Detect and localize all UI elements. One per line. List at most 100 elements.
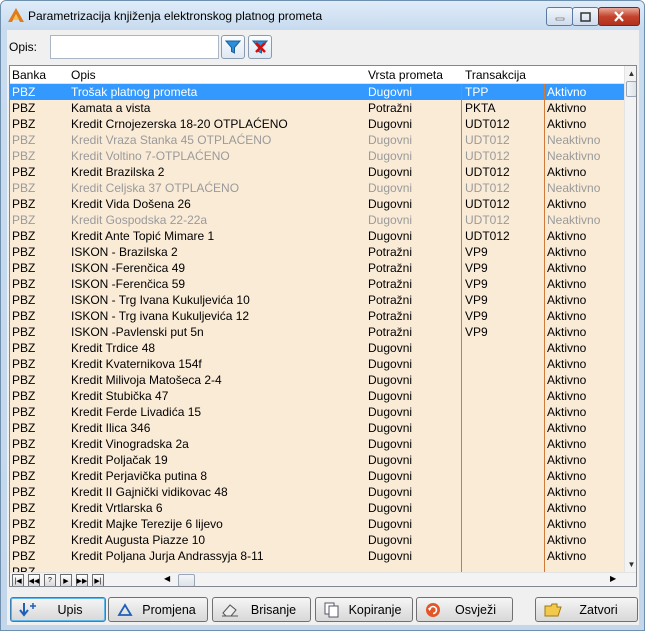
- table-row[interactable]: PBZ Kredit Kvaternikova 154f Dugovni Aktivn…: [10, 356, 624, 372]
- table-cell-vrsta: Potražni: [368, 245, 413, 259]
- upis-button[interactable]: Upis: [10, 597, 106, 622]
- zatvori-button[interactable]: Zatvori: [535, 597, 638, 622]
- column-header-transakcija[interactable]: Transakcija: [465, 68, 526, 82]
- table-cell-opis: Kredit Stubička 47: [71, 389, 169, 403]
- nav-next-page-icon[interactable]: ▶▶: [76, 574, 88, 586]
- table-row[interactable]: PBZ Kredit Ante Topić Mimare 1 Dugovni UDT0…: [10, 228, 624, 244]
- table-cell-status: Aktivno: [547, 501, 587, 515]
- table-cell-banka: PBZ: [12, 533, 36, 547]
- filter-input[interactable]: [50, 35, 219, 59]
- column-header-banka[interactable]: Banka: [12, 68, 46, 82]
- scroll-up-icon[interactable]: ▲: [625, 66, 636, 80]
- minimize-button[interactable]: [546, 7, 573, 26]
- table-cell-trans: UDT012: [465, 117, 510, 131]
- close-button[interactable]: [598, 7, 640, 26]
- table-cell-status: Aktivno: [547, 549, 587, 563]
- table-cell-status: Aktivno: [547, 485, 587, 499]
- table-cell-opis: Kredit Celjska 37 OTPLAĆENO: [71, 181, 240, 195]
- table-row[interactable]: PBZ Kredit Vrtlarska 6 Dugovni Aktivno: [10, 500, 624, 516]
- table-cell-vrsta: Dugovni: [368, 485, 413, 499]
- scroll-left-icon[interactable]: ◀: [164, 574, 170, 583]
- table-cell-status: Aktivno: [547, 421, 587, 435]
- vertical-scroll-thumb[interactable]: [626, 81, 636, 97]
- table-row[interactable]: PBZ Kredit Poljana Jurja Andrassyja 8-11 D…: [10, 548, 624, 564]
- maximize-button[interactable]: [572, 7, 599, 26]
- table-row[interactable]: PBZ Kamata a vista Potražni PKTA Aktivno: [10, 100, 624, 116]
- table-row[interactable]: PBZ Kredit Vraza Stanka 45 OTPLAĆENO Dugov…: [10, 132, 624, 148]
- table-row[interactable]: PBZ Kredit Vida Došena 26 Dugovni UDT012 Akt…: [10, 196, 624, 212]
- table-cell-status: Neaktivno: [547, 181, 601, 195]
- table-row[interactable]: PBZ ISKON -Pavlenski put 5n Potražni VP9 Akt…: [10, 324, 624, 340]
- table-row[interactable]: PBZ Trošak platnog prometa Dugovni TPP Aktiv…: [10, 84, 624, 100]
- table-row[interactable]: PBZ Kredit Brazilska 2 Dugovni UDT012 Aktivn…: [10, 164, 624, 180]
- table-cell-status: Aktivno: [547, 453, 587, 467]
- table-row[interactable]: PBZ Kredit Crnojezerska 18-20 OTPLAĆENO Du…: [10, 116, 624, 132]
- table-cell-banka: PBZ: [12, 277, 36, 291]
- table-row[interactable]: PBZ Kredit Ilica 346 Dugovni Aktivno: [10, 420, 624, 436]
- promjena-button[interactable]: Promjena: [108, 597, 208, 622]
- table-row[interactable]: PBZ Kredit Milivoja Matošeca 2-4 Dugovni Ak…: [10, 372, 624, 388]
- table-row[interactable]: PBZ Kredit Poljačak 19 Dugovni Aktivno: [10, 452, 624, 468]
- data-grid[interactable]: Banka Opis Vrsta prometa Transakcija PBZ…: [9, 65, 637, 587]
- table-row[interactable]: PBZ ISKON - Brazilska 2 Potražni VP9 Aktivno: [10, 244, 624, 260]
- apply-filter-button[interactable]: [221, 35, 245, 59]
- table-row[interactable]: PBZ Kredit Trdice 48 Dugovni Aktivno: [10, 340, 624, 356]
- scroll-down-icon[interactable]: ▼: [625, 557, 636, 571]
- table-cell-status: Aktivno: [547, 197, 587, 211]
- table-cell-opis: Kredit Voltino 7-OTPLAĆENO: [71, 149, 230, 163]
- vertical-scrollbar[interactable]: ▲ ▼: [624, 66, 636, 572]
- table-cell-opis: Kredit Brazilska 2: [71, 165, 165, 179]
- table-cell-status: Aktivno: [547, 341, 587, 355]
- title-bar[interactable]: Parametrizacija knjiženja elektronskog p…: [1, 1, 644, 30]
- grid-navigator-bar: |◀ ◀◀ ? ▶ ▶▶ ▶| ◀ ▶: [10, 572, 636, 586]
- table-cell-vrsta: Dugovni: [368, 533, 413, 547]
- brisanje-button[interactable]: Brisanje: [212, 597, 311, 622]
- kopiranje-button[interactable]: Kopiranje: [315, 597, 413, 622]
- table-cell-opis: Kamata a vista: [71, 101, 151, 115]
- table-row[interactable]: PBZ Kredit II Gajnički vidikovac 48 Dugovn…: [10, 484, 624, 500]
- grid-rows: PBZ Trošak platnog prometa Dugovni TPP Aktiv…: [10, 84, 624, 580]
- table-cell-vrsta: Dugovni: [368, 133, 413, 147]
- table-row[interactable]: PBZ ISKON - Trg ivana Kukuljevića 12 Potra…: [10, 308, 624, 324]
- table-row[interactable]: PBZ Kredit Celjska 37 OTPLAĆENO Dugovni UDT…: [10, 180, 624, 196]
- nav-first-icon[interactable]: |◀: [12, 574, 24, 586]
- table-cell-vrsta: Dugovni: [368, 85, 413, 99]
- scroll-right-icon[interactable]: ▶: [610, 574, 616, 583]
- horizontal-scroll-thumb[interactable]: [178, 574, 195, 586]
- window-title: Parametrizacija knjiženja elektronskog p…: [28, 9, 323, 23]
- table-row[interactable]: PBZ ISKON -Ferenčica 49 Potražni VP9 Aktivno: [10, 260, 624, 276]
- table-row[interactable]: PBZ Kredit Stubička 47 Dugovni Aktivno: [10, 388, 624, 404]
- table-row[interactable]: PBZ Kredit Augusta Piazze 10 Dugovni Aktivn…: [10, 532, 624, 548]
- kopiranje-label: Kopiranje: [348, 602, 402, 617]
- table-cell-vrsta: Dugovni: [368, 181, 413, 195]
- table-row[interactable]: PBZ Kredit Majke Terezije 6 lijevo Dugovni…: [10, 516, 624, 532]
- nav-next-icon[interactable]: ▶: [60, 574, 72, 586]
- clear-filter-button[interactable]: [248, 35, 272, 59]
- table-cell-banka: PBZ: [12, 405, 36, 419]
- table-row[interactable]: PBZ Kredit Vinogradska 2a Dugovni Aktivno: [10, 436, 624, 452]
- nav-last-icon[interactable]: ▶|: [92, 574, 104, 586]
- nav-help-icon[interactable]: ?: [44, 574, 56, 586]
- table-cell-opis: ISKON -Ferenčica 59: [71, 277, 186, 291]
- table-cell-vrsta: Dugovni: [368, 341, 413, 355]
- table-cell-status: Aktivno: [547, 357, 587, 371]
- column-divider: [461, 84, 462, 573]
- table-row[interactable]: PBZ ISKON - Trg Ivana Kukuljevića 10 Potra…: [10, 292, 624, 308]
- table-row[interactable]: PBZ ISKON -Ferenčica 59 Potražni VP9 Aktivno: [10, 276, 624, 292]
- column-header-vrsta-prometa[interactable]: Vrsta prometa: [368, 68, 443, 82]
- column-header-opis[interactable]: Opis: [71, 68, 96, 82]
- table-row[interactable]: PBZ Kredit Voltino 7-OTPLAĆENO Dugovni UDT0…: [10, 148, 624, 164]
- refresh-icon: [426, 602, 440, 617]
- table-row[interactable]: PBZ Kredit Ferde Livadića 15 Dugovni Aktivn…: [10, 404, 624, 420]
- osvjezi-button[interactable]: Osvježi: [416, 597, 513, 622]
- app-logo-icon: [8, 8, 24, 22]
- table-cell-vrsta: Potražni: [368, 277, 413, 291]
- table-cell-trans: UDT012: [465, 229, 510, 243]
- table-row[interactable]: PBZ Kredit Perjavička putina 8 Dugovni Akti…: [10, 468, 624, 484]
- table-cell-opis: ISKON - Brazilska 2: [71, 245, 178, 259]
- table-cell-opis: Kredit Vinogradska 2a: [71, 437, 189, 451]
- nav-prev-page-icon[interactable]: ◀◀: [28, 574, 40, 586]
- table-cell-opis: Kredit Vraza Stanka 45 OTPLAĆENO: [71, 133, 272, 147]
- table-cell-banka: PBZ: [12, 261, 36, 275]
- table-row[interactable]: PBZ Kredit Gospodska 22-22a Dugovni UDT012 N…: [10, 212, 624, 228]
